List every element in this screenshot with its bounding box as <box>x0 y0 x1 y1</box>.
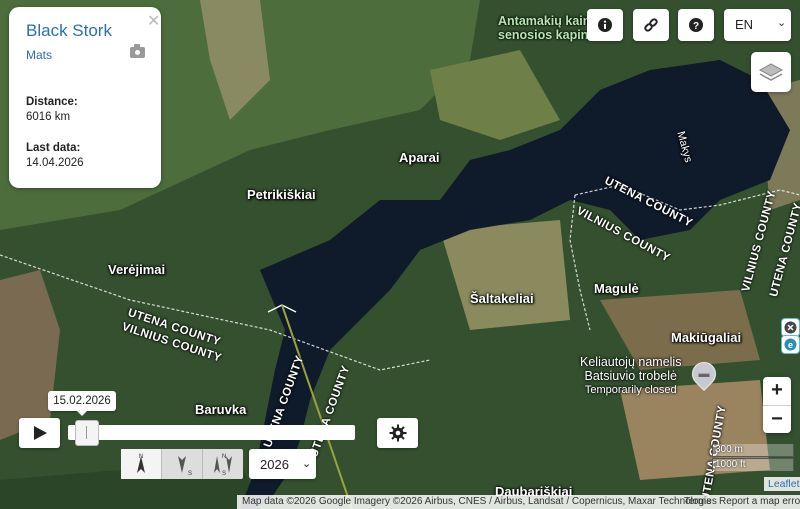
place-label: Verėjimai <box>108 262 166 277</box>
info-icon <box>598 18 612 32</box>
place-label: Petrikiškiai <box>247 187 316 202</box>
svg-text:e: e <box>788 340 793 350</box>
settings-button[interactable] <box>377 418 418 448</box>
svg-text:?: ? <box>693 21 699 32</box>
info-button[interactable] <box>587 9 623 41</box>
help-icon: ? <box>689 18 703 32</box>
poi-cabin-line1: Keliautojų namelis <box>580 355 682 369</box>
attribution-text: Map data ©2026 Google Imagery ©2026 Airb… <box>242 496 717 507</box>
direction-north-button[interactable]: N <box>121 449 162 479</box>
south-arrow-icon: S <box>178 456 192 477</box>
play-button[interactable] <box>19 418 60 448</box>
distance-value: 6016 km <box>26 111 71 123</box>
distance-label: Distance: <box>26 96 78 108</box>
camera-icon[interactable] <box>130 44 145 58</box>
scale-imperial: 1000 ft <box>712 458 794 471</box>
map-attribution: Map data ©2026 Google Imagery ©2026 Airb… <box>237 495 800 509</box>
animal-info-card: Black Stork ✕ Mats Distance: 6016 km Las… <box>9 7 161 188</box>
both-arrows-icon: NS <box>214 454 232 477</box>
layers-button[interactable] <box>751 52 791 92</box>
poi-cabin-line2: Batsiuvio trobelė <box>584 369 677 383</box>
poi-cabin-status: Temporarily closed <box>584 384 677 396</box>
track-direction-selector: N S NS <box>121 449 243 479</box>
language-select[interactable]: EN ⌄ <box>724 9 791 41</box>
last-data-label: Last data: <box>26 142 81 154</box>
svg-text:S: S <box>188 471 192 477</box>
help-button[interactable]: ? <box>678 9 714 41</box>
svg-text:N: N <box>222 454 226 460</box>
direction-south-button[interactable]: S <box>162 449 203 479</box>
place-label: Makiūgaliai <box>671 330 742 345</box>
place-label: Šaltakeliai <box>470 291 534 306</box>
language-value: EN <box>735 17 754 32</box>
year-value: 2026 <box>260 457 289 472</box>
report-map-error-link[interactable]: Report a map error <box>719 495 800 509</box>
year-select[interactable]: 2026 ⌄ <box>249 449 316 479</box>
zoom-in-button[interactable]: + <box>763 377 791 406</box>
poi-cabin-label[interactable]: Keliautojų namelis Batsiuvio trobelė Tem… <box>580 355 681 397</box>
svg-text:N: N <box>139 454 143 460</box>
gear-icon <box>389 424 406 442</box>
scale-metric: 300 m <box>712 444 794 457</box>
layers-icon <box>758 63 784 81</box>
leaflet-link[interactable]: Leaflet <box>764 477 800 491</box>
chevron-down-icon: ⌄ <box>777 17 787 29</box>
link-button[interactable] <box>633 9 669 41</box>
place-label: Aparai <box>399 150 440 165</box>
zoom-out-button[interactable]: − <box>763 406 791 434</box>
owner-link[interactable]: Mats <box>26 48 52 62</box>
svg-text:S: S <box>222 471 226 477</box>
date-tooltip: 15.02.2026 <box>48 391 116 416</box>
link-icon <box>644 18 658 32</box>
poi-cemetery-label: Antamakių kaim senosios kapinė <box>498 14 595 42</box>
zoom-control: + − <box>763 377 791 433</box>
terms-link[interactable]: Terms <box>684 495 711 509</box>
poi-cemetery-line1: Antamakių kaim <box>498 14 594 28</box>
chevron-down-icon: ⌄ <box>302 458 312 470</box>
place-label: Magulė <box>594 281 639 296</box>
north-arrow-icon: N <box>137 454 145 473</box>
timeline-slider[interactable] <box>68 425 355 440</box>
place-label: Baruvka <box>195 402 247 417</box>
animal-name[interactable]: Black Stork <box>26 21 112 41</box>
poi-cemetery-line2: senosios kapinė <box>498 28 596 42</box>
close-icon[interactable]: ✕ <box>147 11 160 31</box>
last-data-value: 14.04.2026 <box>26 157 84 169</box>
direction-both-button[interactable]: NS <box>203 449 243 479</box>
extension-icon[interactable]: e <box>781 335 800 354</box>
timeline-slider-handle[interactable] <box>75 420 99 446</box>
